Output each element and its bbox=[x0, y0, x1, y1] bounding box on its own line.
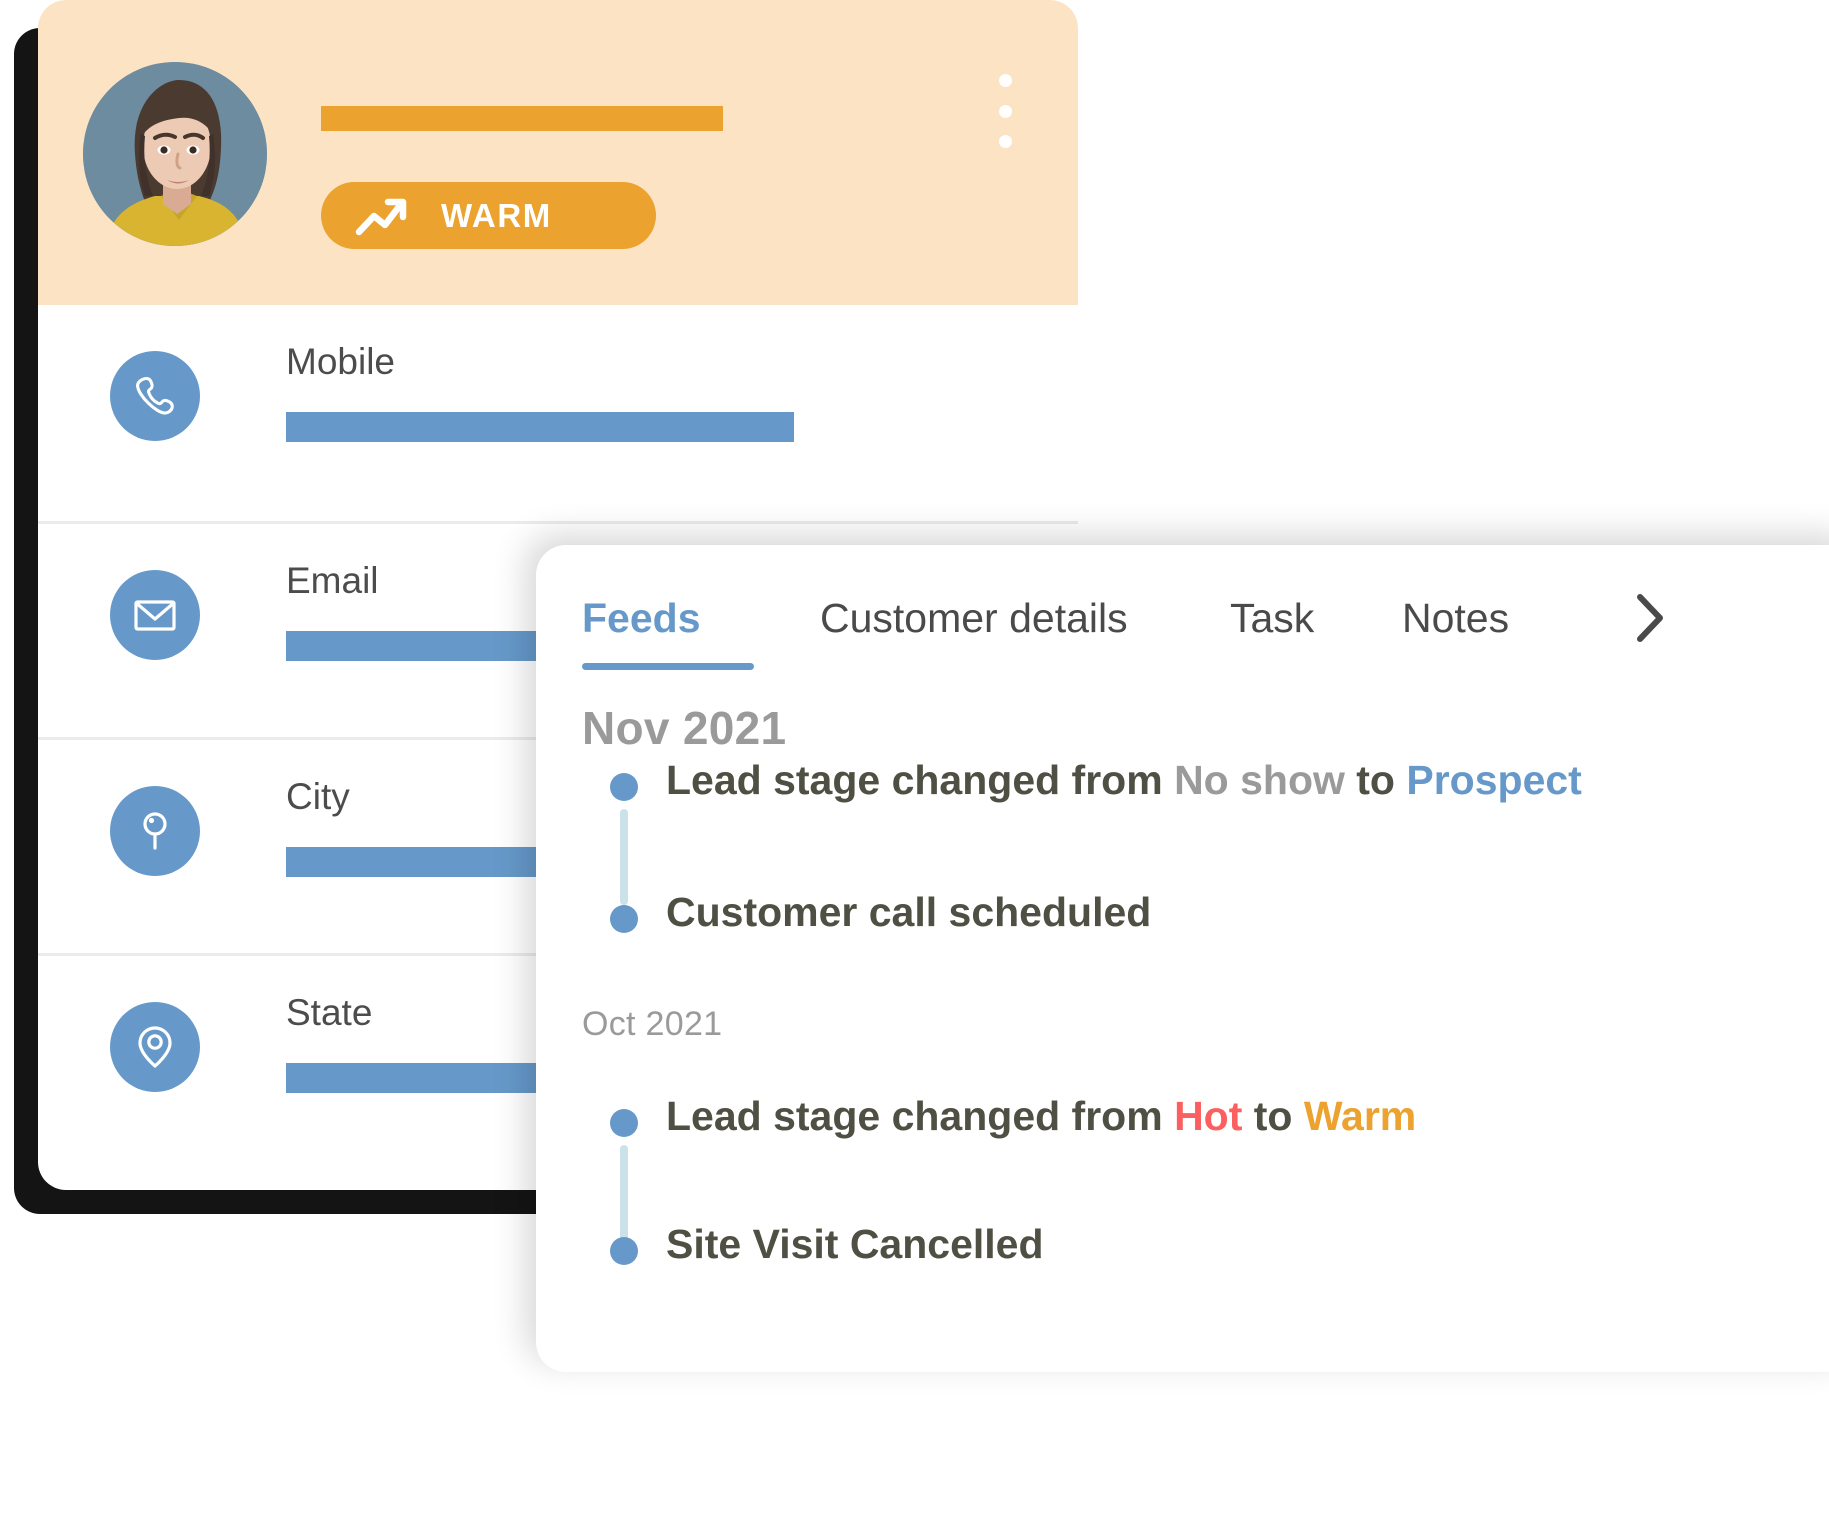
feeds-timeline: Nov 2021 Lead stage changed from No show… bbox=[536, 705, 1829, 1325]
feed-text-from-stage: Hot bbox=[1174, 1093, 1243, 1139]
feed-bullet-icon bbox=[610, 773, 638, 801]
screenshot-stage: WARM Mobile Email City State Feeds Custo… bbox=[0, 0, 1829, 1517]
contact-row-mobile[interactable]: Mobile bbox=[38, 305, 1078, 521]
pin-lollipop-icon bbox=[110, 786, 200, 876]
feed-text-segment: to bbox=[1344, 757, 1407, 803]
feed-bullet-icon bbox=[610, 1237, 638, 1265]
contact-label-mobile: Mobile bbox=[286, 341, 395, 382]
map-pin-icon bbox=[110, 1002, 200, 1092]
trending-up-icon bbox=[355, 194, 411, 238]
feed-entry-text: Lead stage changed from Hot to Warm bbox=[666, 1087, 1416, 1140]
feed-month-header: Oct 2021 bbox=[582, 1005, 723, 1043]
feeds-panel: Feeds Customer details Task Notes Nov 20… bbox=[536, 545, 1829, 1372]
feed-bullet-icon bbox=[610, 905, 638, 933]
feed-text-segment: Lead stage changed from bbox=[666, 757, 1175, 803]
tab-feeds[interactable]: Feeds bbox=[582, 545, 754, 670]
kebab-dot bbox=[998, 104, 1012, 118]
tab-customer-details[interactable]: Customer details bbox=[820, 545, 1138, 642]
feed-month-header: Nov 2021 bbox=[582, 702, 787, 754]
kebab-dot bbox=[998, 74, 1012, 87]
feed-entry[interactable]: Customer call scheduled bbox=[582, 883, 1829, 993]
tab-feeds-label: Feeds bbox=[582, 595, 701, 641]
feed-group-nov: Nov 2021 Lead stage changed from No show… bbox=[582, 705, 1829, 993]
feed-text-to-stage: Warm bbox=[1303, 1093, 1417, 1139]
tab-notes[interactable]: Notes bbox=[1402, 545, 1552, 642]
feed-entry-text: Customer call scheduled bbox=[666, 883, 1151, 936]
tab-notes-label: Notes bbox=[1402, 595, 1510, 641]
feed-entry-text: Site Visit Cancelled bbox=[666, 1215, 1044, 1268]
feed-text-segment: Site Visit Cancelled bbox=[666, 1221, 1044, 1267]
chevron-right-icon[interactable] bbox=[1630, 545, 1676, 647]
tab-customer-details-label: Customer details bbox=[820, 595, 1128, 641]
feeds-tab-bar: Feeds Customer details Task Notes bbox=[536, 545, 1829, 670]
lead-stage-badge[interactable]: WARM bbox=[321, 182, 656, 249]
feed-entries-nov: Lead stage changed from No show to Prosp… bbox=[582, 751, 1829, 993]
envelope-icon bbox=[110, 570, 200, 660]
kebab-dot bbox=[998, 135, 1012, 148]
feed-entry[interactable]: Lead stage changed from Hot to Warm bbox=[582, 1087, 1829, 1241]
kebab-menu-icon[interactable] bbox=[980, 74, 1030, 148]
feed-entry[interactable]: Site Visit Cancelled bbox=[582, 1215, 1829, 1325]
tab-active-underline bbox=[582, 663, 754, 670]
feed-entries-oct: Lead stage changed from Hot to Warm Site… bbox=[582, 1087, 1829, 1325]
feed-text-to-stage: Prospect bbox=[1406, 757, 1582, 803]
feed-entry[interactable]: Lead stage changed from No show to Prosp… bbox=[582, 751, 1829, 905]
feed-text-segment: to bbox=[1242, 1093, 1304, 1139]
lead-stage-badge-label: WARM bbox=[441, 196, 552, 234]
feed-bullet-icon bbox=[610, 1109, 638, 1137]
tab-task-label: Task bbox=[1230, 595, 1315, 641]
feed-group-oct: Oct 2021 Lead stage changed from Hot to … bbox=[582, 1007, 1829, 1325]
customer-name-placeholder bbox=[321, 106, 723, 131]
tab-task[interactable]: Task bbox=[1230, 545, 1340, 642]
feed-text-segment: Lead stage changed from bbox=[666, 1093, 1175, 1139]
feed-entry-text: Lead stage changed from No show to Prosp… bbox=[666, 751, 1582, 804]
phone-icon bbox=[110, 351, 200, 441]
profile-header: WARM bbox=[38, 0, 1078, 305]
avatar bbox=[83, 62, 267, 246]
feed-text-segment: Customer call scheduled bbox=[666, 889, 1152, 935]
contact-value-mobile bbox=[286, 412, 794, 442]
feed-text-from-stage: No show bbox=[1174, 757, 1345, 803]
